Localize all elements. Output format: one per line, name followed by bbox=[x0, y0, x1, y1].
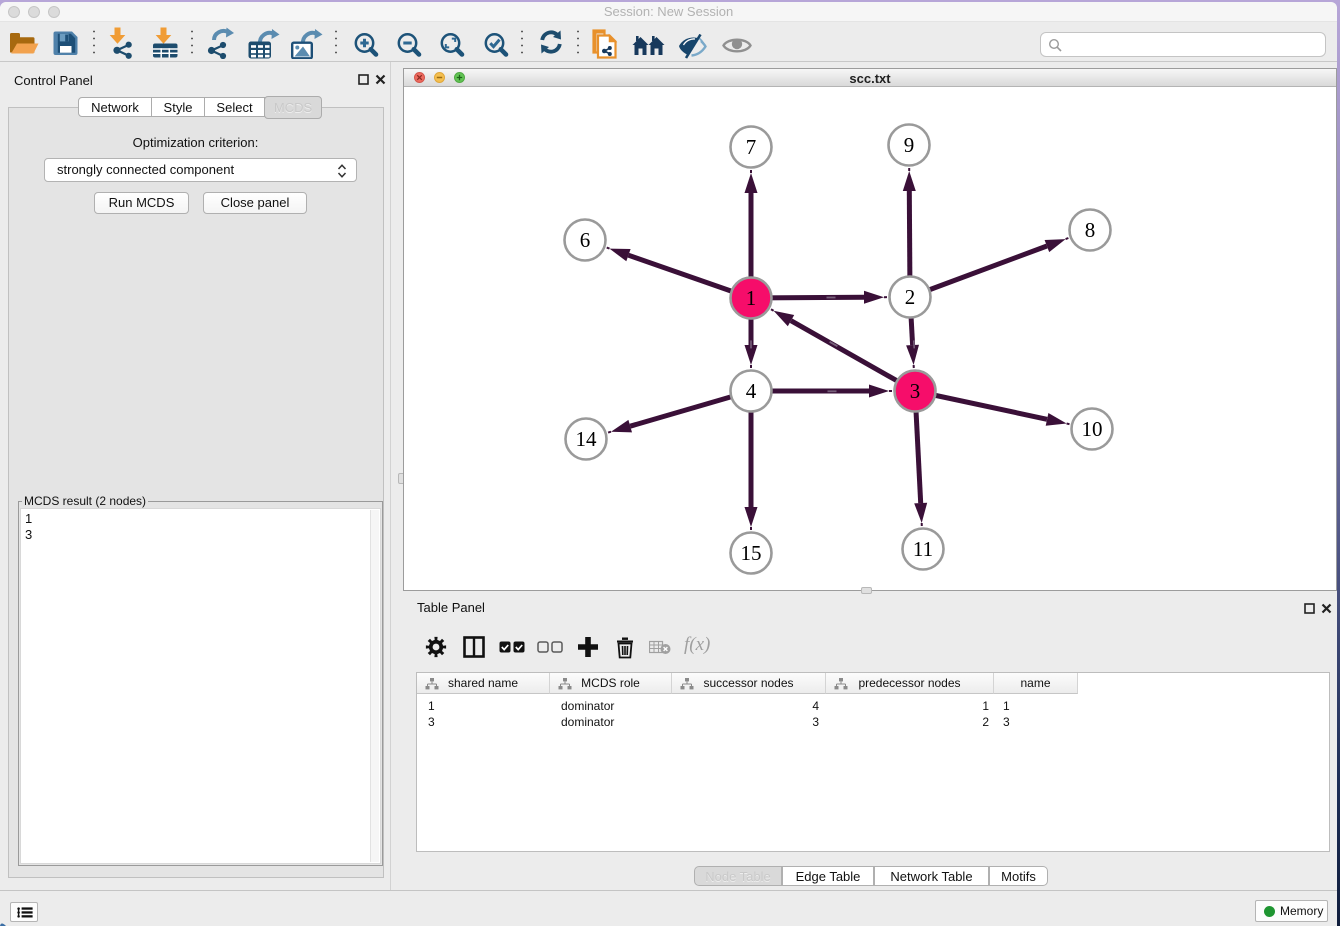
svg-text:8: 8 bbox=[1085, 218, 1096, 242]
svg-text:4: 4 bbox=[746, 379, 757, 403]
svg-text:10: 10 bbox=[1082, 417, 1103, 441]
svg-text:6: 6 bbox=[580, 228, 591, 252]
svg-text:15: 15 bbox=[741, 541, 762, 565]
svg-text:11: 11 bbox=[913, 537, 933, 561]
svg-text:14: 14 bbox=[576, 427, 598, 451]
svg-text:7: 7 bbox=[746, 135, 757, 159]
svg-text:9: 9 bbox=[904, 133, 915, 157]
svg-text:3: 3 bbox=[910, 379, 921, 403]
svg-text:1: 1 bbox=[746, 286, 757, 310]
svg-text:2: 2 bbox=[905, 285, 916, 309]
